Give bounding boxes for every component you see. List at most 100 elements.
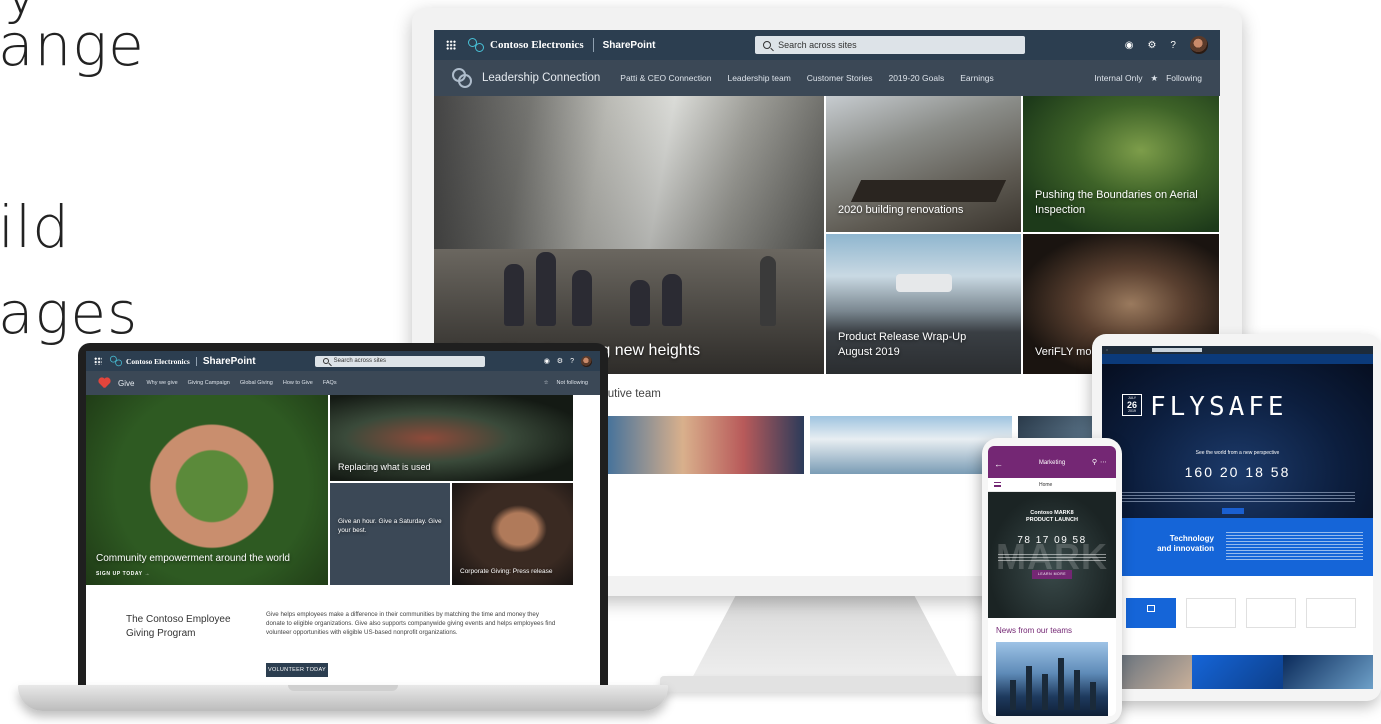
site-header-right: Internal Only ★ Following [1094,73,1202,84]
hero-caption: Pushing the Boundaries on Aerial Inspect… [1035,189,1198,217]
sign-up-link[interactable]: SIGN UP TODAY → [96,571,150,577]
footer-tile[interactable] [1282,655,1373,689]
sessions-section [1102,582,1373,662]
hero-caption: Give an hour. Give a Saturday. Give your… [338,518,442,535]
help-icon[interactable]: ? [1170,40,1176,51]
site-title[interactable]: Give [118,379,134,388]
search-placeholder: Search across sites [778,40,857,50]
gear-icon[interactable]: ⚙ [557,357,563,365]
hero-caption: VeriFLY mob [1035,346,1098,359]
session-card[interactable] [1306,598,1356,628]
nav-item-earnings[interactable]: Earnings [960,73,994,83]
app-launcher-icon[interactable] [446,40,456,50]
session-card[interactable] [1186,598,1236,628]
hero-tile-aerial-inspection[interactable]: Pushing the Boundaries on Aerial Inspect… [1023,96,1219,232]
nav-item-how-to-give[interactable]: How to Give [283,380,313,386]
hero-tile-drone-edu[interactable]: Drone EDU: Reaching new heights [434,96,824,374]
search-box[interactable]: Search across sites [755,36,1026,54]
search-box[interactable]: Search across sites [314,355,485,367]
hero-tile-community[interactable]: Community empowerment around the world S… [86,395,328,585]
photo-building [1042,674,1048,710]
hamburger-icon[interactable] [994,482,1001,487]
phone-screen: ← Marketing ⚲⋯ Home MARK Contoso MARK8 P… [988,446,1116,716]
photo-person [504,264,524,326]
search-icon [763,41,772,49]
hero-caption: 2020 building renovations [838,204,964,217]
banner-heading-line: Technology [1169,534,1214,543]
nav-item-global-giving[interactable]: Global Giving [240,380,273,386]
nav-item-why-we-give[interactable]: Why we give [146,380,177,386]
technology-banner: Technology and innovation [1102,518,1373,576]
hero-webpart: Drone EDU: Reaching new heights 2020 bui… [434,96,1220,374]
site-title[interactable]: Leadership Connection [482,72,600,84]
phone: ← Marketing ⚲⋯ Home MARK Contoso MARK8 P… [982,438,1122,724]
suite-bar-icons: ◉ ⚙ ? [544,355,592,367]
footer-tile[interactable] [1192,655,1283,689]
volunteer-button[interactable]: VOLUNTEER TODAY [266,663,328,677]
hero-caption: Corporate Giving: Press release [460,568,553,576]
contoso-logo-icon [110,355,122,367]
event-year: 2019 [1128,408,1136,413]
photo-building [1026,666,1032,710]
nav-item-patti-ceo[interactable]: Patti & CEO Connection [620,73,711,83]
avatar[interactable] [580,355,592,367]
program-description: Give helps employees make a difference i… [266,611,556,636]
bell-icon[interactable]: ◉ [1125,40,1134,51]
news-image[interactable] [996,642,1108,716]
hero-tile-product-release[interactable]: Product Release Wrap-Up August 2019 [826,234,1021,374]
event-blurb [1120,492,1355,504]
hero-tile-give-an-hour[interactable]: Give an hour. Give a Saturday. Give your… [330,483,450,585]
nav-item-customer-stories[interactable]: Customer Stories [807,73,873,83]
phone-page-title: Home [1039,481,1053,488]
program-title: The Contoso Employee Giving Program [126,614,231,639]
star-icon[interactable]: ★ [1150,73,1158,84]
laptop: Contoso Electronics SharePoint Search ac… [78,343,608,688]
nav-item-leadership-team[interactable]: Leadership team [727,73,790,83]
laptop-notch [288,685,398,691]
search-placeholder: Search across sites [333,358,387,364]
photo-person [572,270,592,326]
product-launch-hero: MARK Contoso MARK8 PRODUCT LAUNCH 78 17 … [988,492,1116,618]
gear-icon[interactable]: ⚙ [1147,40,1156,51]
internal-only-label: Internal Only [1094,72,1143,83]
suite-bar: ∷ [1102,346,1373,354]
event-hero: JULY 26 2019 FLYSAFE See the world from … [1102,364,1373,518]
calendar-icon [1147,605,1155,612]
search-icon[interactable]: ⚲⋯ [1092,458,1110,466]
hero-tile-replacing[interactable]: Replacing what is used [330,395,573,481]
following-button[interactable]: Following [1166,73,1202,84]
photo-building [1058,658,1064,710]
hero-tile-corporate-giving[interactable]: Corporate Giving: Press release [452,483,573,585]
help-icon[interactable]: ? [570,358,574,365]
product-name[interactable]: SharePoint [203,356,256,367]
product-name[interactable]: SharePoint [603,40,656,51]
event-cta-button[interactable] [1222,508,1244,514]
tablet-screen: ∷ JULY 26 2019 FLYSAFE See the world fro… [1102,346,1373,689]
exec-card[interactable] [602,416,804,474]
flysafe-logo: FLYSAFE [1150,392,1288,422]
hero-background-word: MARK [996,536,1108,577]
nav-item-giving-campaign[interactable]: Giving Campaign [188,380,230,386]
nav-item-faqs[interactable]: FAQs [323,380,337,386]
slide-text-fragment-2: ild [0,193,71,261]
not-following-button[interactable]: Not following [557,380,589,386]
brand-name[interactable]: Contoso Electronics [126,357,190,366]
brand-name[interactable]: Contoso Electronics [490,39,584,51]
photo-person [760,256,776,326]
search-box[interactable] [1151,348,1202,352]
star-icon[interactable]: ☆ [544,380,549,386]
photo-table [850,180,1007,202]
site-nav: Patti & CEO Connection Leadership team C… [620,73,994,83]
banner-text [1226,532,1363,560]
app-launcher-icon[interactable] [94,357,102,365]
bell-icon[interactable]: ◉ [544,357,550,365]
nav-item-goals[interactable]: 2019-20 Goals [888,73,944,83]
photo-building [1074,670,1080,710]
session-card[interactable] [1126,598,1176,628]
hero-tile-renovations[interactable]: 2020 building renovations [826,96,1021,232]
session-card[interactable] [1246,598,1296,628]
avatar[interactable] [1189,36,1208,54]
phone-header: ← Marketing ⚲⋯ [988,446,1116,478]
app-launcher-icon[interactable]: ∷ [1106,348,1108,352]
suite-bar: Contoso Electronics SharePoint Search ac… [434,30,1220,60]
